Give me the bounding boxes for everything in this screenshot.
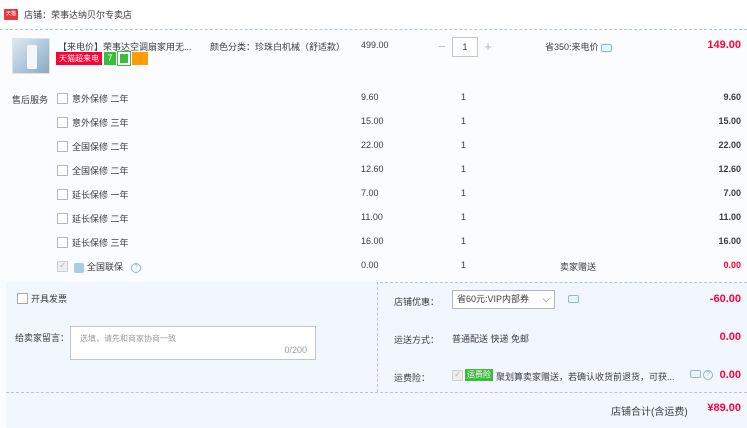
shipping-amount: 0.00 xyxy=(719,331,741,343)
shop-header: 天猫 店铺： 荣事达纳贝尔专卖店 xyxy=(0,0,747,30)
unit-price: 499.00 xyxy=(361,40,389,50)
chat-icon[interactable] xyxy=(568,295,579,303)
service-price: 9.60 xyxy=(361,92,379,102)
promo-select[interactable]: 省60元:VIP内部券 ⌵ xyxy=(452,290,555,309)
insurance-text: 聚划算卖家赠送，若确认收货前退货，可获... xyxy=(496,372,675,382)
insurance-amount: 0.00 xyxy=(719,369,741,381)
increase-button[interactable]: + xyxy=(478,37,498,57)
warranty-name: 全国联保 xyxy=(87,262,124,272)
chat-icon[interactable] xyxy=(690,370,701,378)
insurance-tag: 运费险 xyxy=(465,369,493,381)
service-price: 12.60 xyxy=(361,164,384,174)
service-total: 11.00 xyxy=(718,212,741,222)
guarantee-icon xyxy=(117,51,131,66)
warranty-price: 0.00 xyxy=(361,260,379,270)
service-total: 16.00 xyxy=(718,236,741,246)
help-icon[interactable]: ? xyxy=(703,370,713,380)
insurance-label: 运费险： xyxy=(394,373,431,383)
service-name: 意外保修 三年 xyxy=(72,118,129,128)
warranty-row: 全国联保? 0.00 1 卖家赠送 0.00 xyxy=(0,259,747,277)
service-qty: 1 xyxy=(461,164,467,174)
service-price: 22.00 xyxy=(361,140,384,150)
warranty-qty: 1 xyxy=(461,260,467,270)
service-checkbox[interactable] xyxy=(57,141,68,152)
service-checkbox[interactable] xyxy=(57,117,68,128)
warranty-name-wrap: 全国联保? xyxy=(74,260,142,273)
message-placeholder: 选填，请先和商家协商一致 xyxy=(80,334,176,343)
product-spec: 颜色分类：珍珠白机械（舒适款） xyxy=(210,42,346,52)
quantity-stepper: − + xyxy=(432,37,498,57)
promo-amount: -60.00 xyxy=(709,293,741,305)
service-qty: 1 xyxy=(461,140,467,150)
service-name: 延长保修 三年 xyxy=(72,238,129,248)
service-qty: 1 xyxy=(461,116,467,126)
chevron-down-icon: ⌵ xyxy=(542,294,550,305)
warranty-checkbox xyxy=(57,260,68,272)
service-row: 延长保修 一年 7.00 1 7.00 xyxy=(0,187,747,205)
saving-text: 省350:来电价 xyxy=(545,42,599,52)
seller-gift-note: 卖家赠送 xyxy=(560,262,597,272)
service-price: 7.00 xyxy=(361,188,379,198)
service-total: 15.00 xyxy=(718,116,741,126)
promo-selected: 省60元:VIP内部券 xyxy=(457,294,530,304)
service-price: 11.00 xyxy=(361,212,383,222)
service-qty: 1 xyxy=(461,212,467,222)
service-name: 意外保修 二年 xyxy=(72,94,129,104)
service-row: 意外保修 三年 15.00 1 15.00 xyxy=(0,115,747,133)
product-badges: 天猫超来电 7 xyxy=(56,51,148,66)
service-checkbox[interactable] xyxy=(57,165,68,176)
invoice-checkbox[interactable] xyxy=(17,293,28,304)
shop-name-link[interactable]: 荣事达纳贝尔专卖店 xyxy=(51,8,132,21)
service-checkbox[interactable] xyxy=(57,189,68,200)
service-checkbox[interactable] xyxy=(57,237,68,248)
service-name: 全国保修 二年 xyxy=(72,166,129,176)
service-price: 16.00 xyxy=(361,236,384,246)
service-row: 延长保修 二年 11.00 1 11.00 xyxy=(0,211,747,229)
service-total: 9.60 xyxy=(723,92,741,102)
service-qty: 1 xyxy=(461,188,467,198)
message-char-count: 0/200 xyxy=(284,345,307,355)
message-textarea[interactable]: 选填，请先和商家协商一致 0/200 xyxy=(70,326,316,360)
saving-info: 省350:来电价 xyxy=(545,40,612,53)
shield-icon xyxy=(74,262,84,273)
seven-day-return-icon: 7 xyxy=(104,52,116,65)
promo-label: 店铺优惠： xyxy=(394,297,440,307)
service-qty: 1 xyxy=(461,236,467,246)
service-checkbox[interactable] xyxy=(57,213,68,224)
service-total: 7.00 xyxy=(723,188,741,198)
insurance-icons: ? xyxy=(688,370,713,380)
grand-total-amount: ¥89.00 xyxy=(707,402,741,414)
insurance-checkbox xyxy=(452,369,463,381)
service-row: 全国保修 二年 12.60 1 12.60 xyxy=(0,163,747,181)
product-thumbnail[interactable] xyxy=(12,38,50,74)
message-label: 给卖家留言： xyxy=(15,333,70,343)
quantity-input[interactable] xyxy=(452,37,478,57)
invoice-option[interactable]: 开具发票 xyxy=(17,292,67,305)
service-name: 延长保修 二年 xyxy=(72,214,129,224)
help-icon[interactable]: ? xyxy=(131,262,142,273)
shop-label: 店铺： xyxy=(24,10,52,20)
service-row: 延长保修 三年 16.00 1 16.00 xyxy=(0,235,747,253)
decrease-button[interactable]: − xyxy=(432,37,452,57)
tmall-shop-icon: 天猫 xyxy=(4,9,18,20)
service-row: 全国保修 二年 22.00 1 22.00 xyxy=(0,139,747,157)
shipping-method: 普通配送 快递 免邮 xyxy=(452,334,530,344)
invoice-label: 开具发票 xyxy=(31,294,68,304)
grand-total-label: 店铺合计(含运费) xyxy=(611,407,688,418)
service-qty: 1 xyxy=(461,92,467,102)
credit-card-icon xyxy=(132,52,148,65)
service-total: 12.60 xyxy=(718,164,741,174)
service-name: 延长保修 一年 xyxy=(72,190,129,200)
service-price: 15.00 xyxy=(361,116,384,126)
chat-icon[interactable] xyxy=(600,43,612,52)
tmall-badge: 天猫超来电 xyxy=(56,52,102,65)
service-name: 全国保修 二年 xyxy=(72,142,129,152)
shipping-label: 运送方式： xyxy=(394,335,440,345)
service-checkbox[interactable] xyxy=(57,93,68,104)
warranty-total: 0.00 xyxy=(723,260,741,270)
service-row: 意外保修 二年 9.60 1 9.60 xyxy=(0,91,747,109)
service-total: 22.00 xyxy=(718,140,741,150)
item-total: 149.00 xyxy=(707,39,741,51)
